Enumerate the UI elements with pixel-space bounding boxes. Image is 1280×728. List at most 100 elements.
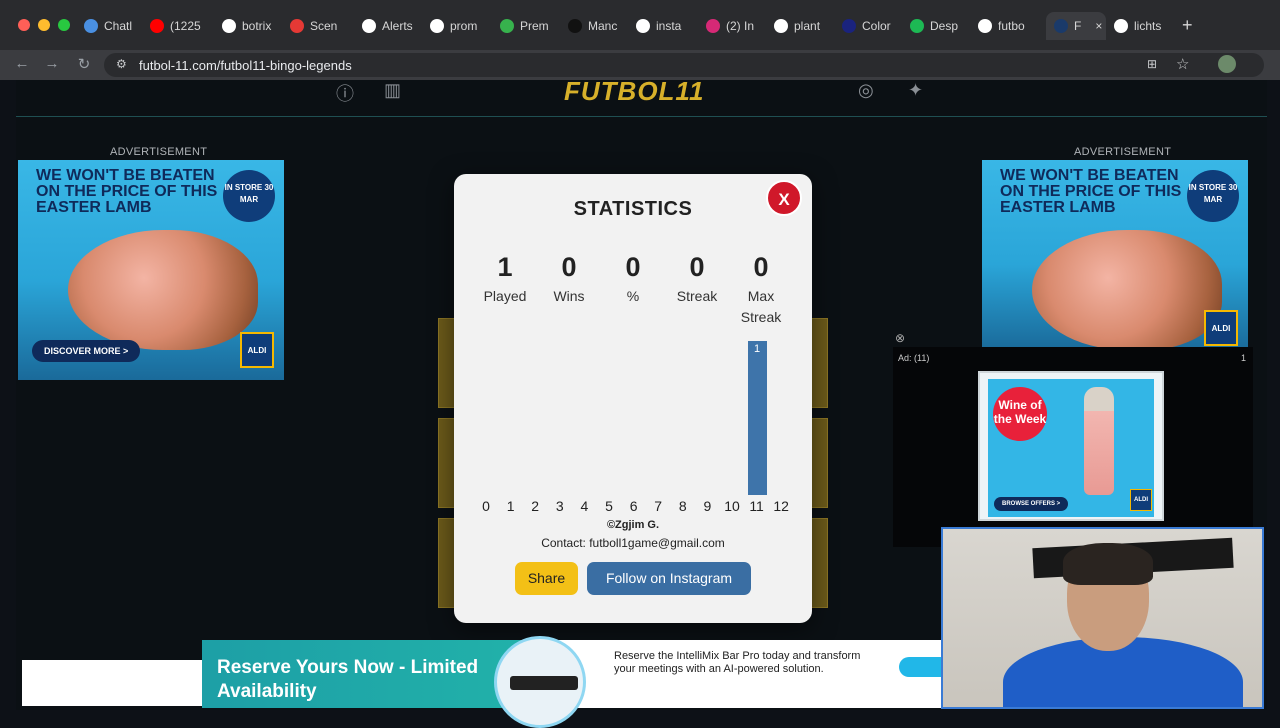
browser-tab[interactable]: lichts — [1114, 12, 1176, 40]
aldi-logo: ALDI — [1204, 310, 1238, 346]
tab-label: lichts — [1134, 19, 1162, 33]
browser-tab[interactable]: plant — [774, 12, 836, 40]
stat-block: 0 Streak — [662, 252, 732, 307]
ad-headline: WE WON'T BE BEATEN ON THE PRICE OF THIS … — [1000, 167, 1182, 216]
stat-value: 0 — [753, 252, 769, 282]
profile-avatar[interactable] — [1218, 55, 1236, 73]
close-window-button[interactable] — [18, 19, 30, 31]
browse-offers-button[interactable]: BROWSE OFFERS > — [994, 497, 1069, 511]
stat-label: Streak — [676, 288, 718, 304]
browser-tab[interactable]: Scen — [290, 12, 352, 40]
tab-favicon-icon — [362, 19, 376, 33]
ad-date-badge: IN STORE 30 MAR — [223, 170, 275, 222]
soundbar-image — [510, 676, 578, 690]
stat-value: 1 — [497, 252, 513, 282]
tab-favicon-icon — [290, 19, 304, 33]
stat-label: % — [626, 288, 640, 304]
banner-cta-button[interactable] — [899, 657, 942, 677]
browser-tab[interactable]: (1225 — [150, 12, 212, 40]
distribution-tick-label: 9 — [703, 498, 712, 514]
tab-favicon-icon — [910, 19, 924, 33]
tab-favicon-icon — [978, 19, 992, 33]
stat-label: Max Streak — [740, 288, 782, 325]
tab-label: (1225 — [170, 19, 201, 33]
tab-favicon-icon — [500, 19, 514, 33]
browser-tab[interactable]: botrix — [222, 12, 284, 40]
browser-tab[interactable]: insta — [636, 12, 698, 40]
address-bar[interactable]: ⚙ futbol-11.com/futbol11-bingo-legends ⊞… — [104, 53, 1264, 77]
wine-bottle-image — [1084, 387, 1114, 495]
site-logo[interactable]: FUTBOL11 — [564, 80, 704, 107]
tab-label: F — [1074, 19, 1082, 33]
url-text[interactable]: futbol-11.com/futbol11-bingo-legends — [139, 58, 352, 73]
tab-label: Prem — [520, 19, 549, 33]
follow-instagram-button[interactable]: Follow on Instagram — [587, 562, 751, 595]
browser-tab[interactable]: Color — [842, 12, 904, 40]
browser-tab[interactable]: F × — [1046, 12, 1106, 40]
site-header: ⓘ ▥ FUTBOL11 ◎ ✦ — [16, 80, 1267, 117]
browser-tab[interactable]: Desp — [910, 12, 972, 40]
tab-favicon-icon — [842, 19, 856, 33]
distribution-tick-label: 12 — [773, 498, 789, 514]
close-tab-icon[interactable]: × — [1095, 19, 1102, 33]
white-panel — [22, 660, 202, 706]
bottom-banner-ad[interactable]: Reserve Yours Now - Limited Availability… — [202, 636, 942, 728]
distribution-tick-label: 8 — [678, 498, 687, 514]
tab-favicon-icon — [706, 19, 720, 33]
distribution-tick-label: 4 — [580, 498, 589, 514]
browser-tab[interactable]: Chatl — [84, 12, 146, 40]
tab-favicon-icon — [84, 19, 98, 33]
distribution-tick-label: 0 — [482, 498, 490, 514]
twitter-icon[interactable]: ✦ — [908, 80, 923, 101]
browser-tab[interactable]: Prem — [500, 12, 562, 40]
stat-label: Played — [483, 288, 527, 304]
back-icon[interactable]: ← — [12, 55, 32, 72]
browser-tab[interactable]: futbo — [978, 12, 1040, 40]
tab-label: Scen — [310, 19, 338, 33]
stat-block: 0 Wins — [534, 252, 604, 307]
ad-close-icon[interactable]: ⊗ — [895, 331, 905, 345]
statistics-modal: STATISTICS X 1 Played 0 Wins 0% 0 Streak 0 Max S… — [454, 174, 812, 623]
easter-lamb-ad-right[interactable]: WE WON'T BE BEATEN ON THE PRICE OF THIS … — [982, 160, 1248, 350]
site-settings-icon[interactable]: ⚙ — [116, 57, 127, 71]
wine-of-the-week-ad[interactable]: Wine of the Week BROWSE OFFERS > ALDI — [978, 371, 1164, 521]
tab-label: prom — [450, 19, 478, 33]
discover-more-button[interactable]: DISCOVER MORE > — [32, 340, 141, 362]
distribution-tick-label: 10 — [724, 498, 740, 514]
easter-lamb-ad-left[interactable]: WE WON'T BE BEATEN ON THE PRICE OF THIS … — [18, 160, 284, 380]
new-tab-icon[interactable]: + — [1182, 15, 1193, 36]
share-button[interactable]: Share — [515, 562, 578, 595]
stats-icon[interactable]: ▥ — [384, 80, 401, 101]
reload-icon[interactable]: ↻ — [74, 55, 94, 73]
forward-icon[interactable]: → — [42, 55, 62, 72]
maximize-window-button[interactable] — [58, 19, 70, 31]
distribution-tick-label: 1 — [506, 498, 515, 514]
ad-counter: 1 — [1241, 353, 1247, 363]
tab-favicon-icon — [430, 19, 444, 33]
guess-distribution-chart: 0 1 2 3 4 5 6 7 8 9 10 11 1 12 — [476, 338, 796, 518]
browser-tab[interactable]: Manc — [568, 12, 630, 40]
translate-icon[interactable]: ⊞ — [1147, 57, 1157, 71]
info-icon[interactable]: ⓘ — [336, 80, 354, 106]
aldi-logo: ALDI — [1130, 489, 1152, 511]
close-modal-button[interactable]: X — [766, 180, 802, 216]
tab-label: Manc — [588, 19, 618, 33]
browser-tab[interactable]: Alerts — [362, 12, 424, 40]
distribution-bar-label: 1 — [754, 343, 761, 355]
ad-label-left: ADVERTISEMENT — [110, 146, 208, 158]
stat-block: 0 Max Streak — [726, 252, 796, 328]
tab-label: futbo — [998, 19, 1025, 33]
aldi-logo: ALDI — [240, 332, 274, 368]
stat-value: 0 — [561, 252, 577, 282]
tab-favicon-icon — [1054, 19, 1068, 33]
minimize-window-button[interactable] — [38, 19, 50, 31]
instagram-icon[interactable]: ◎ — [858, 80, 874, 101]
browser-tab[interactable]: prom — [430, 12, 492, 40]
stat-block: 1 Played — [470, 252, 540, 307]
tab-favicon-icon — [568, 19, 582, 33]
lamb-roast-image — [68, 230, 258, 350]
tab-favicon-icon — [222, 19, 236, 33]
ad-headline: WE WON'T BE BEATEN ON THE PRICE OF THIS … — [36, 167, 218, 216]
browser-tab[interactable]: (2) In — [706, 12, 768, 40]
bookmark-star-icon[interactable]: ☆ — [1176, 55, 1189, 73]
